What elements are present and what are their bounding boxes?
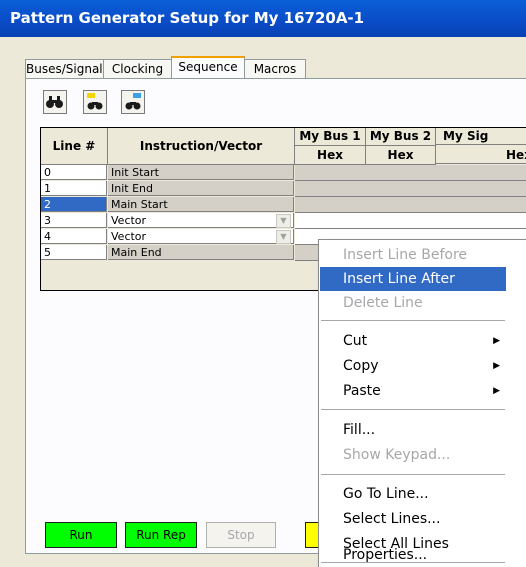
context-menu: Insert Line Before Insert Line After Del…: [318, 239, 526, 567]
data-cell[interactable]: [295, 165, 526, 181]
stop-button[interactable]: Stop: [206, 522, 276, 548]
menu-separator: [321, 320, 505, 321]
instruction-cell[interactable]: Init Start: [108, 165, 294, 180]
data-cell[interactable]: [295, 197, 526, 213]
menu-item-insert-line-after[interactable]: Insert Line After: [320, 267, 506, 291]
menu-separator: [321, 409, 505, 410]
instruction-cell[interactable]: Init End: [108, 181, 294, 196]
menu-item-go-to-line[interactable]: Go To Line...: [320, 482, 506, 506]
menu-item-insert-line-before[interactable]: Insert Line Before: [320, 243, 506, 267]
tab-buses-signals[interactable]: Buses/Signals: [25, 59, 109, 79]
binoculars-icon: [46, 96, 63, 108]
line-number: 2: [41, 197, 107, 212]
status-indicator: [305, 522, 319, 548]
line-number-header: Line #: [41, 128, 108, 165]
window-title: Pattern Generator Setup for My 16720A-1: [10, 9, 365, 27]
run-button[interactable]: Run: [45, 522, 117, 548]
menu-item-copy[interactable]: Copy ▶: [320, 354, 506, 378]
menu-item-show-keypad[interactable]: Show Keypad...: [320, 443, 506, 467]
instruction-cell[interactable]: Vector ▼: [108, 229, 294, 244]
menu-item-paste[interactable]: Paste ▶: [320, 379, 506, 403]
pattern-generator-window: Pattern Generator Setup for My 16720A-1 …: [0, 0, 526, 567]
menu-separator: [321, 474, 505, 475]
menu-item-label: Copy: [343, 358, 379, 374]
bus2-format: Hex: [366, 146, 436, 165]
instruction-cell[interactable]: Main Start: [108, 197, 294, 212]
find-next-button[interactable]: [121, 90, 145, 114]
tab-clocking[interactable]: Clocking: [103, 59, 172, 79]
tab-macros[interactable]: Macros: [244, 59, 306, 79]
line-number: 0: [41, 165, 107, 180]
chevron-down-icon[interactable]: ▼: [276, 230, 291, 244]
menu-item-fill[interactable]: Fill...: [320, 418, 506, 442]
line-number: 1: [41, 181, 107, 196]
line-number: 4: [41, 229, 107, 244]
data-cell[interactable]: [295, 181, 526, 197]
submenu-arrow-icon: ▶: [493, 336, 500, 346]
submenu-arrow-icon: ▶: [493, 386, 500, 396]
instruction-header: Instruction/Vector: [108, 128, 295, 165]
table-row[interactable]: 1 Init End: [41, 181, 526, 197]
find-previous-button[interactable]: [83, 90, 107, 114]
menu-item-properties[interactable]: Properties...: [320, 543, 506, 567]
title-bar[interactable]: Pattern Generator Setup for My 16720A-1: [0, 0, 526, 37]
instruction-value: Vector: [111, 230, 147, 243]
instruction-cell[interactable]: Main End: [108, 245, 294, 260]
bus1-header: My Bus 1: [295, 128, 366, 146]
find-previous-icon: [87, 93, 103, 110]
line-number: 3: [41, 213, 107, 228]
signal-format: Hex: [436, 146, 526, 164]
find-next-icon: [125, 93, 141, 110]
chevron-down-icon[interactable]: ▼: [276, 214, 291, 228]
menu-item-select-lines[interactable]: Select Lines...: [320, 507, 506, 531]
run-repetitive-button[interactable]: Run Rep: [125, 522, 197, 548]
instruction-cell[interactable]: Vector ▼: [108, 213, 294, 228]
signal-header: My Sig: [436, 128, 526, 145]
menu-item-label: Paste: [343, 383, 381, 399]
line-number: 5: [41, 245, 107, 260]
data-cell[interactable]: [295, 213, 526, 229]
submenu-arrow-icon: ▶: [493, 361, 500, 371]
table-row[interactable]: 0 Init Start: [41, 165, 526, 181]
bus1-format: Hex: [295, 146, 366, 165]
table-row-selected[interactable]: 2 Main Start: [41, 197, 526, 213]
menu-item-cut[interactable]: Cut ▶: [320, 329, 506, 353]
find-button[interactable]: [43, 90, 67, 114]
menu-item-label: Cut: [343, 333, 368, 349]
menu-item-delete-line[interactable]: Delete Line: [320, 291, 506, 315]
bus2-header: My Bus 2: [366, 128, 436, 146]
table-row[interactable]: 3 Vector ▼: [41, 213, 526, 229]
instruction-value: Vector: [111, 214, 147, 227]
